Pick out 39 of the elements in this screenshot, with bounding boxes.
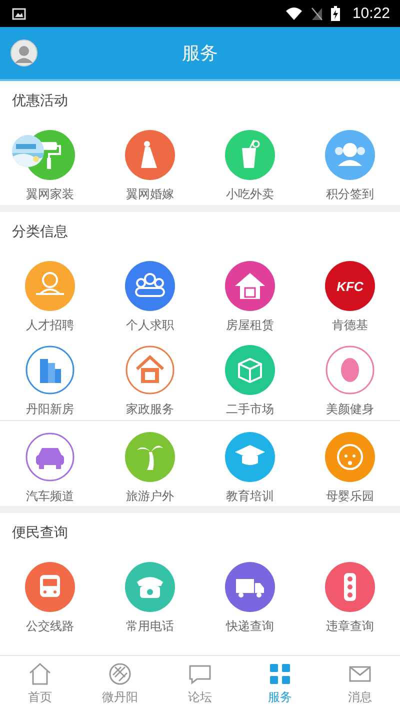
home-icon: [27, 661, 53, 687]
service-item[interactable]: 教育培训: [200, 423, 300, 506]
service-item[interactable]: 丹阳新房: [0, 336, 100, 420]
service-item[interactable]: 小吃外卖: [200, 121, 300, 205]
service-item[interactable]: 母婴乐园: [300, 423, 400, 506]
wifi-icon: [285, 6, 304, 20]
nav-tab[interactable]: 微丹阳: [80, 656, 160, 712]
service-item[interactable]: 公交线路: [0, 553, 100, 637]
avatar-icon[interactable]: [10, 39, 38, 67]
service-item[interactable]: 二手市场: [200, 336, 300, 420]
aperture-icon: [107, 661, 133, 687]
service-item[interactable]: 翼网家装: [0, 121, 100, 205]
image-icon: [12, 8, 26, 20]
section-title: 分类信息: [11, 223, 69, 242]
nav-tab[interactable]: 消息: [320, 656, 400, 712]
service-item[interactable]: 常用电话: [100, 553, 200, 637]
service-item[interactable]: 人才招聘: [0, 252, 100, 336]
service-item[interactable]: 积分签到: [300, 121, 400, 205]
page-title: 服务: [181, 42, 219, 65]
battery-icon: [331, 6, 340, 21]
nav-tab[interactable]: 论坛: [160, 656, 240, 712]
brand-icon: KFC: [325, 261, 375, 311]
section-title: 优惠活动: [11, 92, 69, 111]
service-item[interactable]: 房屋租赁: [200, 252, 300, 336]
service-item[interactable]: 美颜健身: [300, 336, 400, 420]
service-item[interactable]: 汽车频道: [0, 423, 100, 506]
service-item[interactable]: 家政服务: [100, 336, 200, 420]
nav-tab[interactable]: 服务: [240, 656, 320, 712]
section-title: 便民查询: [11, 524, 69, 543]
service-item[interactable]: 个人求职: [100, 252, 200, 336]
service-item[interactable]: 旅游户外: [100, 423, 200, 506]
signal-icon: [311, 6, 324, 20]
service-item[interactable]: KFC 肯德基: [300, 252, 400, 336]
status-time: 10:22: [352, 5, 390, 22]
service-item[interactable]: 快递查询: [200, 553, 300, 637]
service-item[interactable]: 翼网婚嫁: [100, 121, 200, 205]
service-item[interactable]: 违章查询: [300, 553, 400, 637]
grid-icon: [267, 661, 293, 687]
nav-tab[interactable]: 首页: [0, 656, 80, 712]
